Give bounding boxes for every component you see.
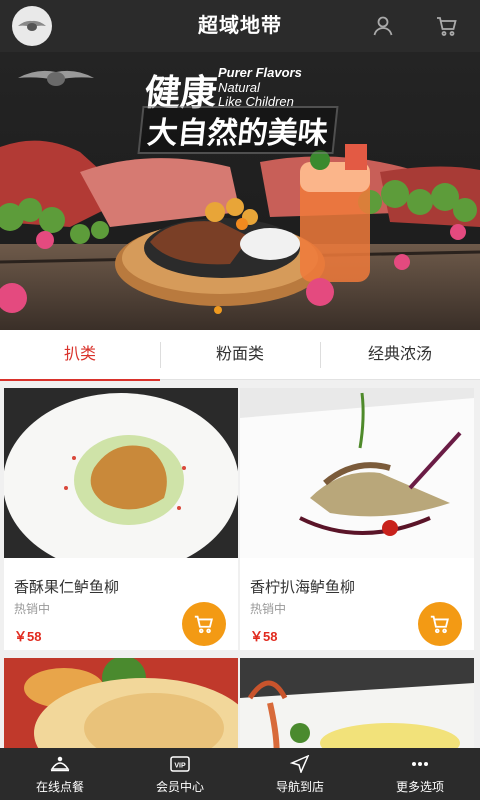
product-image[interactable] [4, 388, 238, 558]
product-name: 香柠扒海鲈鱼柳 [250, 579, 356, 596]
carousel-indicator[interactable] [214, 306, 222, 314]
product-card[interactable] [4, 658, 238, 750]
user-icon[interactable] [369, 12, 397, 40]
category-tabs: 扒类 粉面类 经典浓汤 [0, 330, 480, 381]
svg-text:VIP: VIP [174, 763, 186, 770]
page-title: 超域地带 [198, 15, 282, 37]
nav-label: 更多选项 [395, 780, 444, 794]
car-logo-icon[interactable] [12, 6, 52, 46]
banner-subheadline: 大自然的美味 [137, 106, 339, 154]
product-card[interactable]: 香柠扒海鲈鱼柳 热销中 ￥58 [240, 388, 474, 650]
nav-more-options[interactable]: 更多选项 [360, 748, 480, 800]
nav-label: 导航到店 [275, 780, 324, 794]
navigation-arrow-icon [289, 754, 311, 774]
banner-english-line: Natural [218, 80, 260, 95]
vip-card-icon: VIP [169, 754, 191, 774]
product-image[interactable] [4, 658, 238, 750]
tab-soup[interactable]: 经典浓汤 [320, 330, 480, 380]
product-status: 热销中 [250, 602, 287, 616]
tab-steak[interactable]: 扒类 [0, 330, 160, 381]
product-status: 热销中 [14, 602, 51, 616]
product-image[interactable] [240, 658, 474, 750]
product-name: 香酥果仁鲈鱼柳 [14, 579, 120, 596]
tab-noodles[interactable]: 粉面类 [160, 330, 320, 380]
cart-icon [194, 615, 213, 634]
nav-label: 在线点餐 [35, 780, 84, 794]
bottom-nav: 在线点餐 VIP 会员中心 导航到店 更多选项 [0, 748, 480, 800]
nav-directions[interactable]: 导航到店 [240, 748, 360, 800]
product-card[interactable]: 香酥果仁鲈鱼柳 热销中 ￥58 [4, 388, 238, 650]
add-to-cart-button[interactable] [182, 602, 226, 646]
chef-hat-icon [49, 754, 71, 774]
product-price: ￥58 [250, 629, 278, 644]
product-grid: 香酥果仁鲈鱼柳 热销中 ￥58 香柠扒海鲈鱼柳 热销中 ￥58 [0, 380, 480, 750]
product-image[interactable] [240, 388, 474, 558]
top-bar: 超域地带 [0, 0, 480, 52]
cart-icon[interactable] [433, 12, 461, 40]
nav-label: 会员中心 [155, 780, 204, 794]
banner-english-line: Purer Flavors [218, 65, 302, 80]
promo-banner[interactable]: 健康 Purer Flavors Natural Like Children 大… [0, 52, 480, 330]
cart-icon [430, 615, 449, 634]
product-card[interactable] [240, 658, 474, 750]
add-to-cart-button[interactable] [418, 602, 462, 646]
brand-logo-icon [18, 70, 94, 86]
nav-online-order[interactable]: 在线点餐 [0, 748, 120, 800]
more-dots-icon [409, 754, 431, 774]
nav-member-center[interactable]: VIP 会员中心 [120, 748, 240, 800]
product-price: ￥58 [14, 629, 42, 644]
